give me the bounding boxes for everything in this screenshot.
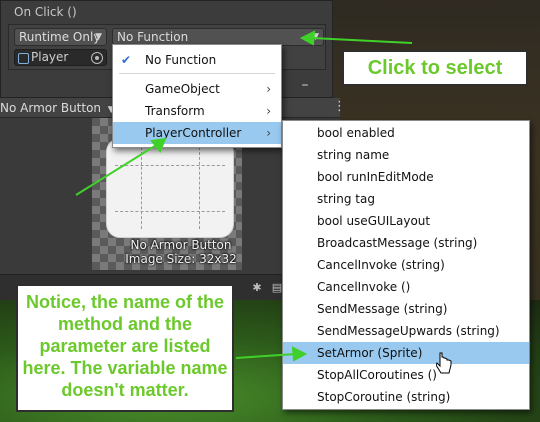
arrow-annotation-icon bbox=[299, 30, 316, 46]
mouse-pointer-icon bbox=[436, 352, 452, 374]
arrow-annotation-icon bbox=[235, 353, 297, 359]
arrow-annotation-icon bbox=[150, 137, 167, 153]
annotation-arrows bbox=[75, 30, 413, 362]
arrow-annotation-icon bbox=[291, 346, 308, 362]
arrow-annotation-icon bbox=[75, 143, 159, 196]
arrow-annotation-icon bbox=[311, 37, 413, 44]
